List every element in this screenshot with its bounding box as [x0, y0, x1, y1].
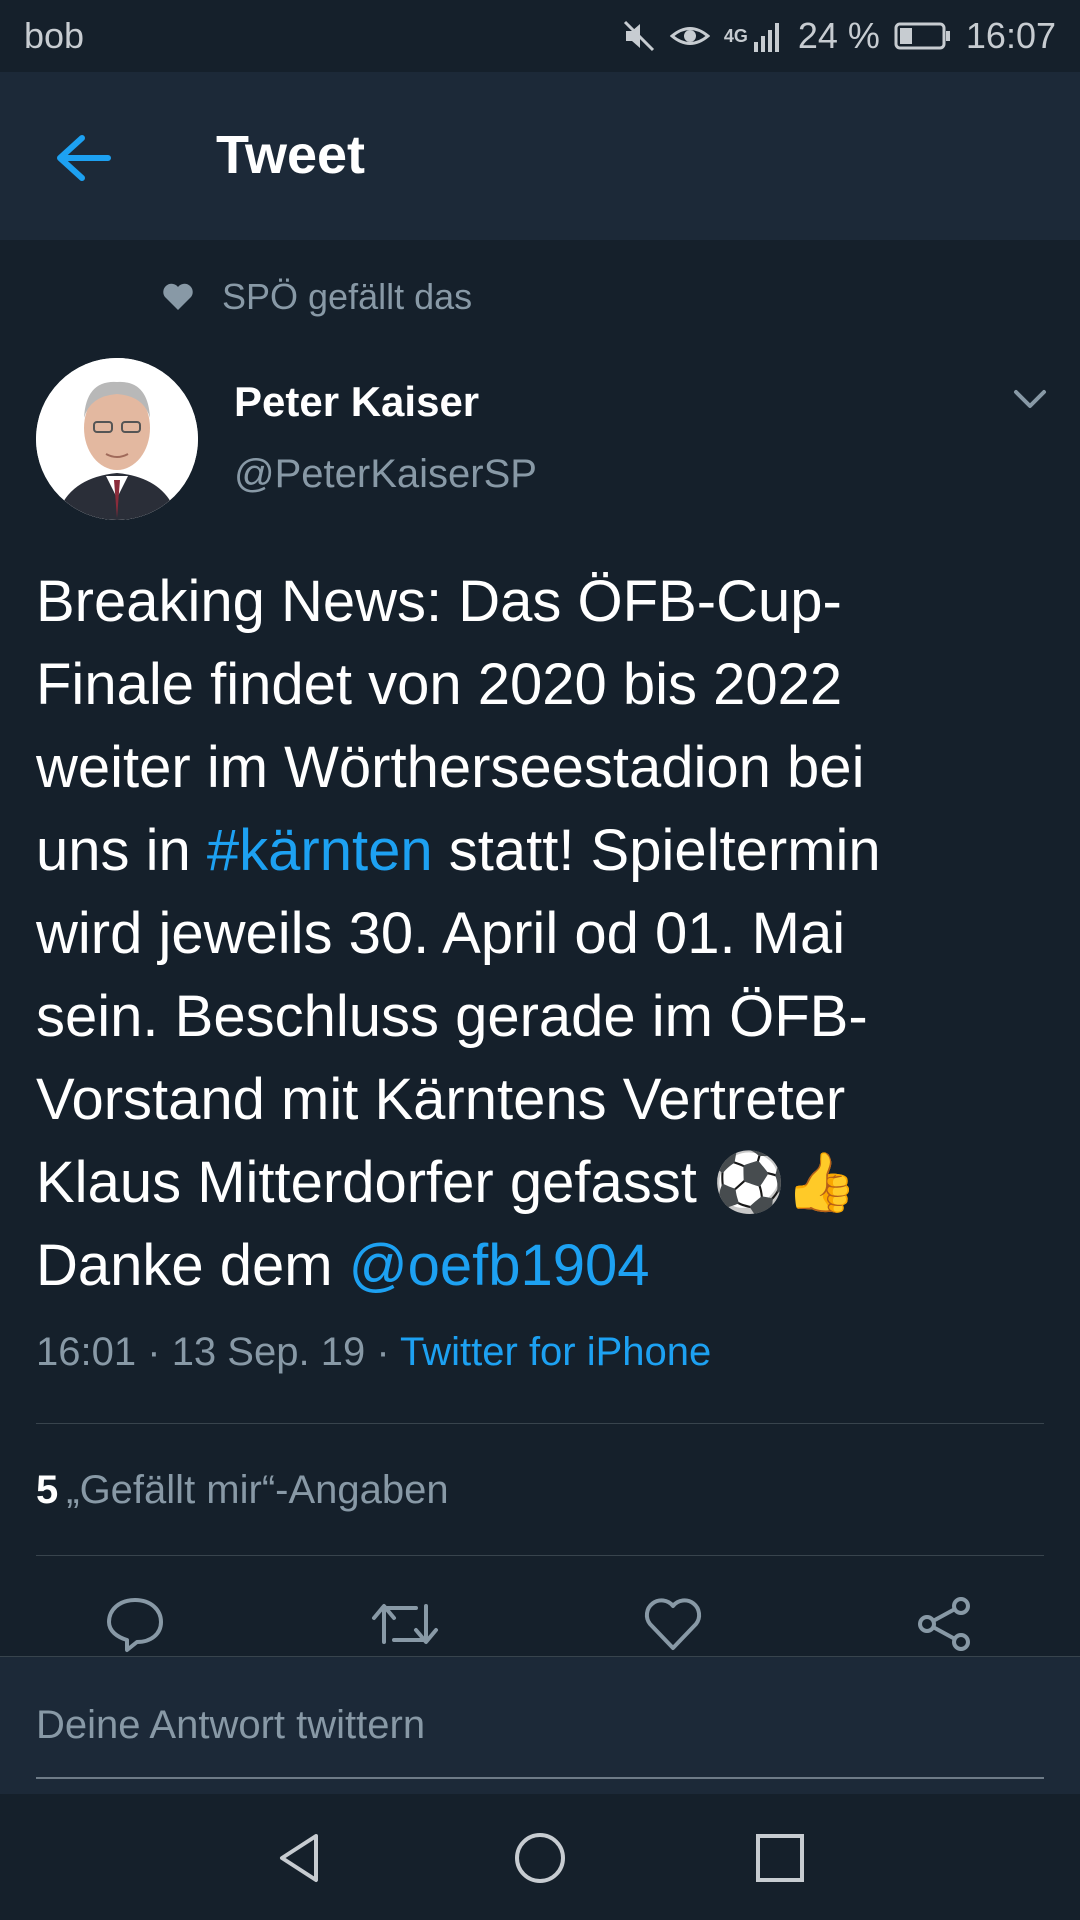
- status-icons: 4G 24 % 16:07: [622, 15, 1056, 57]
- author-handle[interactable]: @PeterKaiserSP: [234, 452, 537, 497]
- share-button[interactable]: [915, 1594, 975, 1654]
- tweet-source-link[interactable]: Twitter for iPhone: [400, 1330, 711, 1374]
- divider: [36, 1423, 1044, 1424]
- reply-input[interactable]: Deine Antwort twittern: [36, 1703, 425, 1748]
- like-icon: [644, 1598, 702, 1650]
- battery-icon: [894, 22, 950, 50]
- triangle-back-icon: [280, 1834, 318, 1882]
- avatar[interactable]: [36, 358, 198, 520]
- tweet-text-part: Danke dem: [36, 1233, 333, 1298]
- heart-icon: [163, 283, 193, 310]
- square-recents-icon: [756, 1834, 804, 1882]
- app-header: Tweet: [0, 72, 1080, 240]
- author-name[interactable]: Peter Kaiser: [234, 378, 479, 426]
- eye-icon: [669, 27, 710, 45]
- avatar-image: [36, 358, 198, 520]
- network-label: 4G: [723, 25, 748, 46]
- share-icon: [918, 1597, 970, 1651]
- emoji: ⚽👍: [712, 1148, 858, 1216]
- mention-link[interactable]: @oefb1904: [349, 1233, 650, 1298]
- circle-home-icon: [515, 1833, 565, 1883]
- action-bar: [0, 1594, 1080, 1660]
- reply-button[interactable]: [105, 1594, 165, 1654]
- social-context: SPÖ gefällt das: [162, 276, 472, 318]
- page-title: Tweet: [216, 125, 366, 185]
- battery-percent: 24 %: [797, 15, 880, 56]
- meta-separator: ·: [376, 1330, 390, 1374]
- hashtag-link[interactable]: #kärnten: [207, 818, 433, 883]
- nav-recents-button[interactable]: [752, 1830, 808, 1886]
- chevron-down-icon: [1014, 390, 1046, 408]
- tweet-time: 16:01: [36, 1330, 137, 1374]
- likes-summary[interactable]: 5 „Gefällt mir“-Angaben: [36, 1468, 449, 1513]
- reply-input-underline: [36, 1777, 1044, 1779]
- social-context-label: SPÖ gefällt das: [222, 276, 473, 317]
- clock: 16:07: [965, 15, 1056, 56]
- nav-home-button[interactable]: [512, 1830, 568, 1886]
- tweet-options-button[interactable]: [1012, 388, 1048, 412]
- likes-label: „Gefällt mir“-Angaben: [66, 1468, 449, 1512]
- signal-icon: [753, 23, 779, 52]
- meta-separator: ·: [147, 1330, 161, 1374]
- nav-back-button[interactable]: [272, 1830, 328, 1886]
- status-bar: bob 4G 24 % 16:07: [0, 0, 1080, 72]
- tweet-date: 13 Sep. 19: [171, 1330, 366, 1374]
- system-nav-bar: [0, 1794, 1080, 1920]
- retweet-icon: [372, 1604, 438, 1644]
- like-button[interactable]: [643, 1594, 703, 1654]
- reply-composer: Deine Antwort twittern: [0, 1656, 1080, 1795]
- tweet-meta: 16:01 · 13 Sep. 19 · Twitter for iPhone: [36, 1330, 711, 1375]
- tweet-text: Breaking News: Das ÖFB-Cup- Finale finde…: [36, 560, 1046, 1307]
- arrow-left-icon: [57, 135, 111, 181]
- back-button[interactable]: [52, 130, 116, 186]
- carrier-label: bob: [24, 15, 85, 56]
- divider: [36, 1555, 1044, 1556]
- mute-icon: [623, 20, 654, 52]
- retweet-button[interactable]: [370, 1594, 438, 1654]
- likes-count: 5: [36, 1468, 59, 1512]
- reply-icon: [107, 1598, 163, 1652]
